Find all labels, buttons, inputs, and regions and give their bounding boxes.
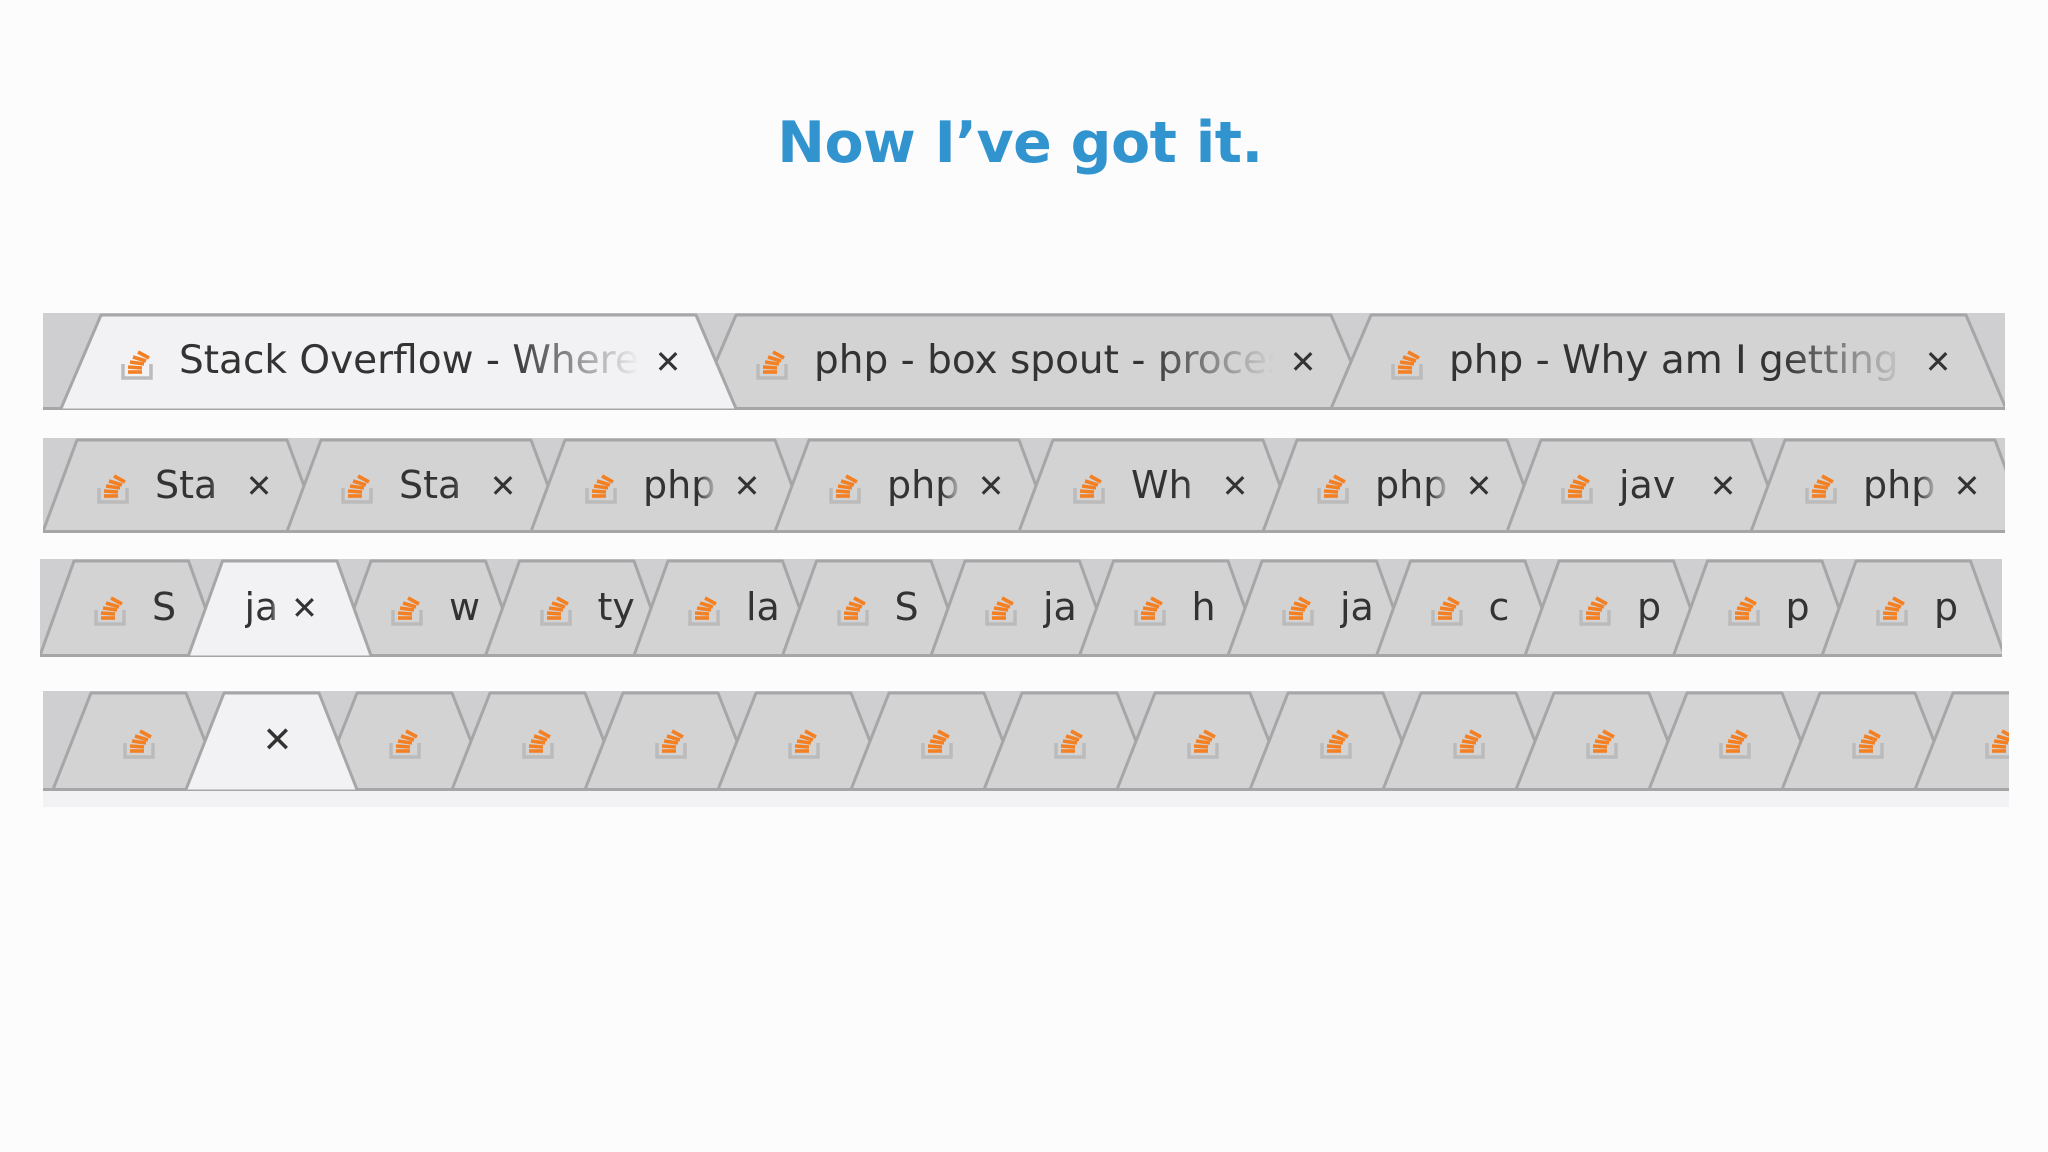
browser-tab[interactable]: Wh ✕ — [1019, 438, 1297, 533]
active-tab[interactable]: Stack Overflow - Where D ✕ — [61, 313, 736, 410]
tab-strip-underline — [43, 791, 2009, 807]
stack-overflow-icon — [581, 466, 621, 511]
stack-overflow-icon — [1449, 721, 1489, 766]
tab-title: php - Why am I getting (c — [1449, 338, 1910, 384]
browser-tab[interactable]: p — [1822, 559, 2002, 657]
stack-overflow-icon — [1557, 466, 1597, 511]
tab-title: jav — [1619, 462, 1676, 507]
browser-tab[interactable]: php - Why am I getting (c ✕ — [1331, 313, 2005, 410]
browser-tab[interactable]: php ✕ — [1751, 438, 2005, 533]
tab-strip-row-4: ✕ — [43, 691, 2009, 791]
stack-overflow-icon — [387, 588, 427, 633]
tab-strip-row-1: php - box spout - proces ✕ php - Why am I … — [43, 313, 2005, 410]
tab-strip-row-2: Sta ✕ Sta ✕ php ✕ php ✕ Wh ✕ php ✕ jav ✕ php ✕ — [43, 438, 2005, 533]
stack-overflow-icon — [1981, 721, 2009, 766]
stack-overflow-icon — [1715, 721, 1755, 766]
close-tab-icon[interactable]: ✕ — [1459, 463, 1499, 509]
browser-tab[interactable] — [1915, 691, 2009, 791]
tab-title: php — [643, 462, 716, 507]
stack-overflow-icon — [1872, 588, 1912, 633]
stack-overflow-icon — [917, 721, 957, 766]
tab-title: Wh — [1131, 462, 1193, 507]
slide-title: Now I’ve got it. — [777, 110, 1263, 176]
tab-title: Sta — [399, 462, 462, 507]
browser-tab[interactable]: Sta ✕ — [43, 438, 321, 533]
tab-title: ja — [244, 585, 279, 630]
stack-overflow-icon — [385, 721, 425, 766]
stack-overflow-icon — [1582, 721, 1622, 766]
close-tab-icon[interactable]: ✕ — [483, 463, 523, 509]
stack-overflow-icon — [1313, 466, 1353, 511]
stack-overflow-icon — [651, 721, 691, 766]
tab-title: php — [1863, 462, 1936, 507]
browser-tab[interactable]: php ✕ — [531, 438, 809, 533]
stack-overflow-icon — [90, 588, 130, 633]
stack-overflow-icon — [1183, 721, 1223, 766]
browser-tab[interactable]: php - box spout - proces ✕ — [696, 313, 1371, 410]
stack-overflow-icon — [981, 588, 1021, 633]
browser-tab[interactable]: php ✕ — [775, 438, 1053, 533]
stack-overflow-icon — [1069, 466, 1109, 511]
browser-tab[interactable]: Sta ✕ — [287, 438, 565, 533]
close-tab-icon[interactable]: ✕ — [727, 463, 767, 509]
tab-title: php - box spout - proces — [814, 338, 1275, 384]
close-tab-icon[interactable]: ✕ — [1947, 463, 1987, 509]
stack-overflow-icon — [1316, 721, 1356, 766]
stack-overflow-icon — [1724, 588, 1764, 633]
stack-overflow-icon — [1427, 588, 1467, 633]
stack-overflow-icon — [536, 588, 576, 633]
stack-overflow-icon — [518, 721, 558, 766]
stack-overflow-icon — [1801, 466, 1841, 511]
tab-title: Stack Overflow - Where D — [179, 338, 640, 384]
stack-overflow-icon — [93, 466, 133, 511]
close-tab-icon[interactable]: ✕ — [285, 585, 325, 631]
tab-title: php — [1375, 462, 1448, 507]
tab-strip-row-3: Sw ty la Sja h ja c p p p ja ✕ — [40, 559, 2002, 657]
stack-overflow-icon — [1278, 588, 1318, 633]
close-tab-icon[interactable]: ✕ — [239, 463, 279, 509]
close-tab-icon[interactable]: ✕ — [1283, 339, 1323, 385]
close-tab-icon[interactable]: ✕ — [971, 463, 1011, 509]
close-tab-icon[interactable]: ✕ — [1918, 339, 1958, 385]
browser-tab[interactable]: php ✕ — [1263, 438, 1541, 533]
stack-overflow-icon — [1050, 721, 1090, 766]
tab-title: php — [887, 462, 960, 507]
stack-overflow-icon — [1848, 721, 1888, 766]
close-tab-icon[interactable]: ✕ — [258, 718, 298, 764]
tab-title: p — [1934, 585, 1959, 630]
tab-title: Sta — [155, 462, 218, 507]
stack-overflow-icon — [117, 342, 157, 387]
stack-overflow-icon — [684, 588, 724, 633]
stack-overflow-icon — [1575, 588, 1615, 633]
stack-overflow-icon — [1130, 588, 1170, 633]
active-tab[interactable]: ✕ — [186, 691, 357, 791]
stack-overflow-icon — [752, 342, 792, 387]
stack-overflow-icon — [784, 721, 824, 766]
close-tab-icon[interactable]: ✕ — [1703, 463, 1743, 509]
active-tab[interactable]: ja ✕ — [189, 559, 372, 657]
close-tab-icon[interactable]: ✕ — [1215, 463, 1255, 509]
stack-overflow-icon — [119, 721, 159, 766]
stack-overflow-icon — [825, 466, 865, 511]
browser-tab[interactable]: jav ✕ — [1507, 438, 1785, 533]
stack-overflow-icon — [1387, 342, 1427, 387]
close-tab-icon[interactable]: ✕ — [648, 339, 688, 385]
stack-overflow-icon — [337, 466, 377, 511]
stack-overflow-icon — [833, 588, 873, 633]
